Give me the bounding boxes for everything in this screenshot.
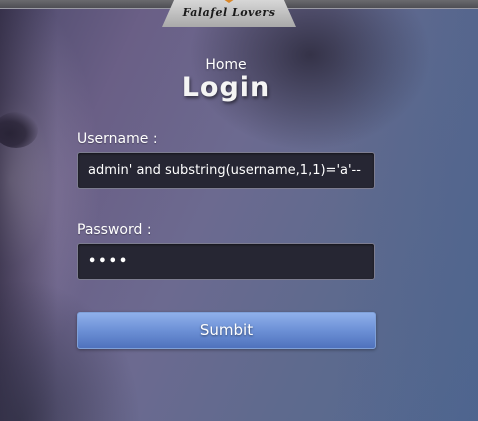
password-label: Password :: [77, 222, 152, 238]
page-title: Login: [181, 72, 271, 103]
login-page: Falafel Lovers Home Login Username : adm…: [0, 0, 478, 421]
logo-text: Falafel Lovers: [182, 6, 276, 19]
submit-button[interactable]: Sumbit: [77, 312, 376, 349]
logo-mark-icon: [220, 0, 238, 3]
username-value: admin' and substring(username,1,1)='a'--…: [88, 163, 364, 178]
username-field[interactable]: admin' and substring(username,1,1)='a'--…: [77, 152, 375, 189]
background-eye: [0, 112, 38, 148]
username-label: Username :: [77, 131, 158, 147]
password-field[interactable]: ••••: [77, 243, 375, 280]
site-logo[interactable]: Falafel Lovers: [162, 0, 296, 27]
password-value: ••••: [88, 254, 130, 269]
breadcrumb-home-link[interactable]: Home: [0, 57, 452, 73]
